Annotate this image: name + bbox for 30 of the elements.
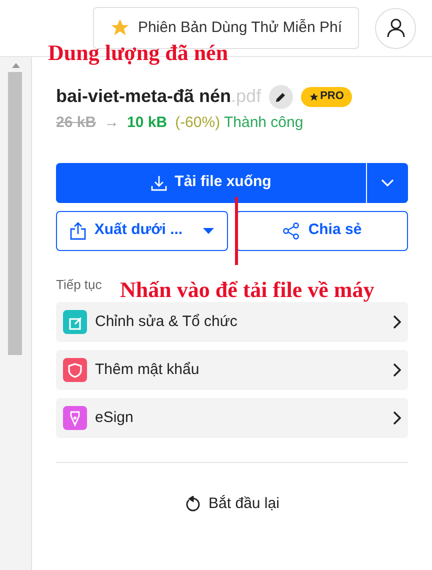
scroll-up-icon[interactable] [12, 63, 20, 68]
leader-line [235, 197, 238, 265]
section-label: Tiếp tục [56, 276, 102, 294]
user-icon [386, 18, 406, 38]
pro-badge: PRO [301, 86, 352, 106]
restart-button[interactable]: Bắt đầu lại [184, 493, 280, 516]
caret-icon [202, 228, 214, 234]
chevron-right-icon [393, 411, 401, 425]
export-button[interactable]: Xuất dưới ... [56, 210, 228, 250]
compressed-size: 10 kB [127, 113, 168, 133]
annotation-text: Nhấn vào để tải file về máy [120, 276, 374, 304]
rename-button[interactable] [269, 84, 294, 108]
star-icon [110, 18, 130, 38]
action-item[interactable]: Chỉnh sửa & Tổ chức [56, 302, 408, 342]
pencil-icon [275, 90, 288, 102]
scrollbar-thumb[interactable] [8, 72, 22, 355]
chevron-right-icon [393, 363, 401, 377]
star-icon [309, 92, 320, 102]
arrow-text: → [104, 113, 120, 133]
action-item[interactable]: eSign [56, 398, 408, 438]
share-icon [282, 222, 300, 240]
account-button[interactable] [375, 8, 416, 48]
restart-icon [184, 496, 201, 513]
action-item[interactable]: Thêm mật khẩu [56, 350, 408, 390]
download-icon [150, 174, 167, 190]
status-text: (-60%) Thành công [175, 113, 304, 133]
chevron-down-icon [381, 178, 394, 186]
chevron-right-icon [393, 315, 401, 329]
upload-icon [70, 222, 86, 240]
original-size: 26 kB [56, 113, 96, 133]
